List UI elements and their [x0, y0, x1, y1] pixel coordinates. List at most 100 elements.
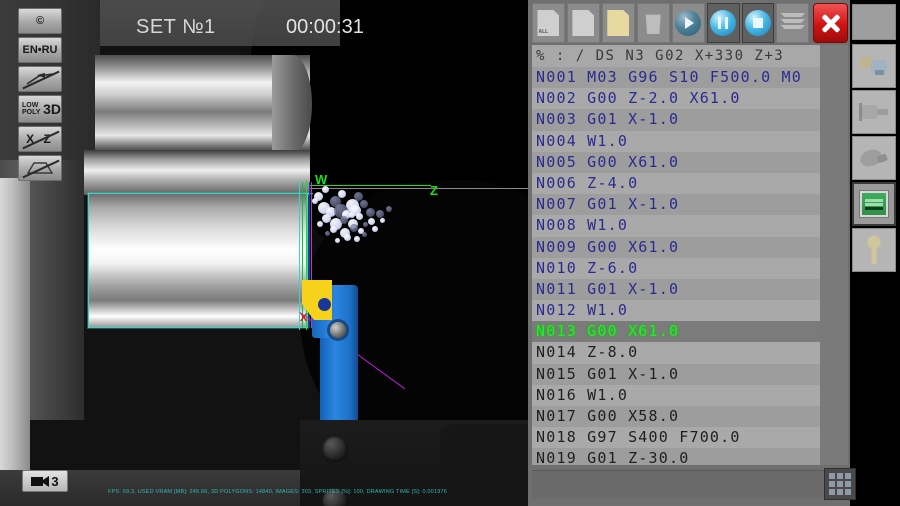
tool-clamp-screw: [330, 322, 346, 338]
chip-particle: [340, 216, 348, 224]
gcode-line[interactable]: N008 W1.0: [532, 215, 832, 237]
cnc-simulator-window: W Z T X SET №1 00:00:31 FPS: 59.3, USED …: [0, 0, 900, 506]
gcode-line[interactable]: N001 M03 G96 S10 F500.0 M0: [532, 67, 832, 89]
toolpath-toggle-button[interactable]: [18, 66, 62, 92]
copyright-button[interactable]: ©: [18, 8, 62, 34]
delete-button[interactable]: [636, 3, 670, 43]
stop-icon: [744, 10, 771, 36]
gcode-vertical-scrollbar-track[interactable]: [820, 45, 848, 465]
chip-particle: [376, 210, 384, 218]
chip-particle: [335, 238, 340, 243]
chip-particle: [322, 186, 329, 193]
gcode-line[interactable]: N016 W1.0: [532, 384, 832, 406]
trash-icon: [645, 14, 661, 34]
chip-particle: [349, 212, 355, 218]
grid-toggle-button[interactable]: [18, 155, 62, 181]
x-axis-line-inner: [302, 182, 303, 328]
chip-particle: [338, 190, 346, 198]
low-poly-3d-icon: LOW POLY 3D: [22, 101, 61, 117]
chip-particle: [386, 206, 392, 212]
gcode-line[interactable]: N009 G00 X61.0: [532, 236, 832, 258]
z-axis-label: Z: [430, 183, 438, 198]
keypad-button[interactable]: [824, 468, 856, 500]
chuck-view-button[interactable]: [852, 90, 896, 134]
open-document-button[interactable]: [601, 3, 635, 43]
render-stats-status: FPS: 59.3, USED VRAM [MB]: 245.66, 3D PO…: [108, 489, 447, 495]
machine-view-button[interactable]: [852, 44, 896, 88]
gcode-line[interactable]: N010 Z-6.0: [532, 257, 832, 279]
tool-view-button[interactable]: [852, 136, 896, 180]
z-axis-guide-line: [306, 188, 528, 189]
play-icon: [675, 10, 702, 36]
stock-face-line: [299, 180, 300, 330]
chip-particle: [360, 200, 368, 208]
key-switch-button[interactable]: [852, 228, 896, 272]
chip-particle: [325, 231, 330, 236]
cnc-display-icon: [859, 190, 889, 218]
gcode-toolbar[interactable]: ALL: [532, 2, 849, 44]
workpiece-stock: [88, 193, 308, 328]
gcode-line[interactable]: N018 G97 S400 F700.0: [532, 427, 832, 449]
3d-viewport[interactable]: W Z T X SET №1 00:00:31 FPS: 59.3, USED …: [0, 0, 528, 506]
gcode-line[interactable]: N003 G01 X-1.0: [532, 109, 832, 131]
chip-particle: [363, 222, 368, 227]
chip-particle: [362, 232, 367, 237]
chip-particle: [312, 198, 318, 204]
chip-particle: [344, 234, 351, 241]
gcode-line[interactable]: N012 W1.0: [532, 300, 832, 322]
low-poly-3d-button[interactable]: LOW POLY 3D: [18, 95, 62, 123]
gcode-line[interactable]: N011 G01 X-1.0: [532, 278, 832, 301]
gcode-line-list[interactable]: N001 M03 G96 S10 F500.0 M0 N002 G00 Z-2.0…: [532, 67, 832, 465]
gcode-line[interactable]: N017 G00 X58.0: [532, 406, 832, 428]
gcode-line[interactable]: N004 W1.0: [532, 130, 832, 152]
elapsed-timer: 00:00:31: [286, 16, 364, 38]
gcode-line[interactable]: N015 G01 X-1.0: [532, 363, 832, 385]
stop-button[interactable]: [741, 3, 775, 43]
base-knob-upper: [322, 436, 348, 462]
gcode-line[interactable]: N005 G00 X61.0: [532, 151, 832, 173]
chuck-cylinder-cap: [272, 55, 312, 153]
gcode-line[interactable]: N014 Z-8.0: [532, 342, 832, 364]
tool-icon: [860, 149, 888, 167]
close-button[interactable]: [813, 3, 849, 43]
stock-top-edge-line: [88, 193, 313, 194]
chip-particle: [330, 226, 337, 233]
document-open-icon: [607, 10, 630, 36]
layers-icon: [780, 13, 805, 33]
gcode-line[interactable]: N019 G01 Z-30.0: [532, 448, 832, 465]
right-sidebar[interactable]: [852, 44, 898, 274]
list-button[interactable]: [776, 3, 810, 43]
tool-insert-screw-dot: [318, 298, 331, 311]
right-sidebar-top-slot[interactable]: [852, 4, 896, 40]
gcode-line[interactable]: N002 G00 Z-2.0 X61.0: [532, 88, 832, 110]
chip-particle: [317, 221, 323, 227]
chip-particle: [372, 226, 378, 232]
chip-particle: [350, 224, 358, 232]
cnc-panel-button[interactable]: [852, 182, 896, 226]
camera-index-label: 3: [51, 473, 59, 489]
gcode-line[interactable]: N006 Z-4.0: [532, 172, 832, 195]
chip-particle: [380, 218, 385, 223]
chip-particle: [354, 236, 360, 242]
guideway-left: [0, 178, 30, 478]
left-sidebar[interactable]: © EN•RU LOW POLY 3D X Z: [18, 8, 62, 184]
chip-particle: [368, 218, 375, 225]
machine-base-right: [440, 424, 528, 506]
document-edit-icon: [572, 10, 595, 36]
w-origin-label: W: [315, 172, 328, 187]
chip-particle: [356, 213, 363, 220]
gcode-line[interactable]: N007 G01 X-1.0: [532, 194, 832, 216]
pause-button[interactable]: [706, 3, 740, 43]
language-button[interactable]: EN•RU: [18, 37, 62, 63]
gcode-line[interactable]: N013 G00 X61.0: [532, 321, 832, 343]
chip-particle: [366, 208, 375, 217]
gcode-header-row: % : / DS N3 G02 X+330 Z+3: [532, 45, 832, 67]
camera-view-button[interactable]: 3: [22, 470, 68, 492]
play-button[interactable]: [671, 3, 705, 43]
new-all-button[interactable]: ALL: [532, 3, 565, 43]
pause-icon: [710, 10, 737, 36]
workpiece-shoulder: [84, 150, 310, 195]
edit-document-button[interactable]: [566, 3, 600, 43]
gcode-horizontal-scrollbar-track[interactable]: [532, 470, 848, 498]
axes-toggle-button[interactable]: X Z: [18, 126, 62, 152]
